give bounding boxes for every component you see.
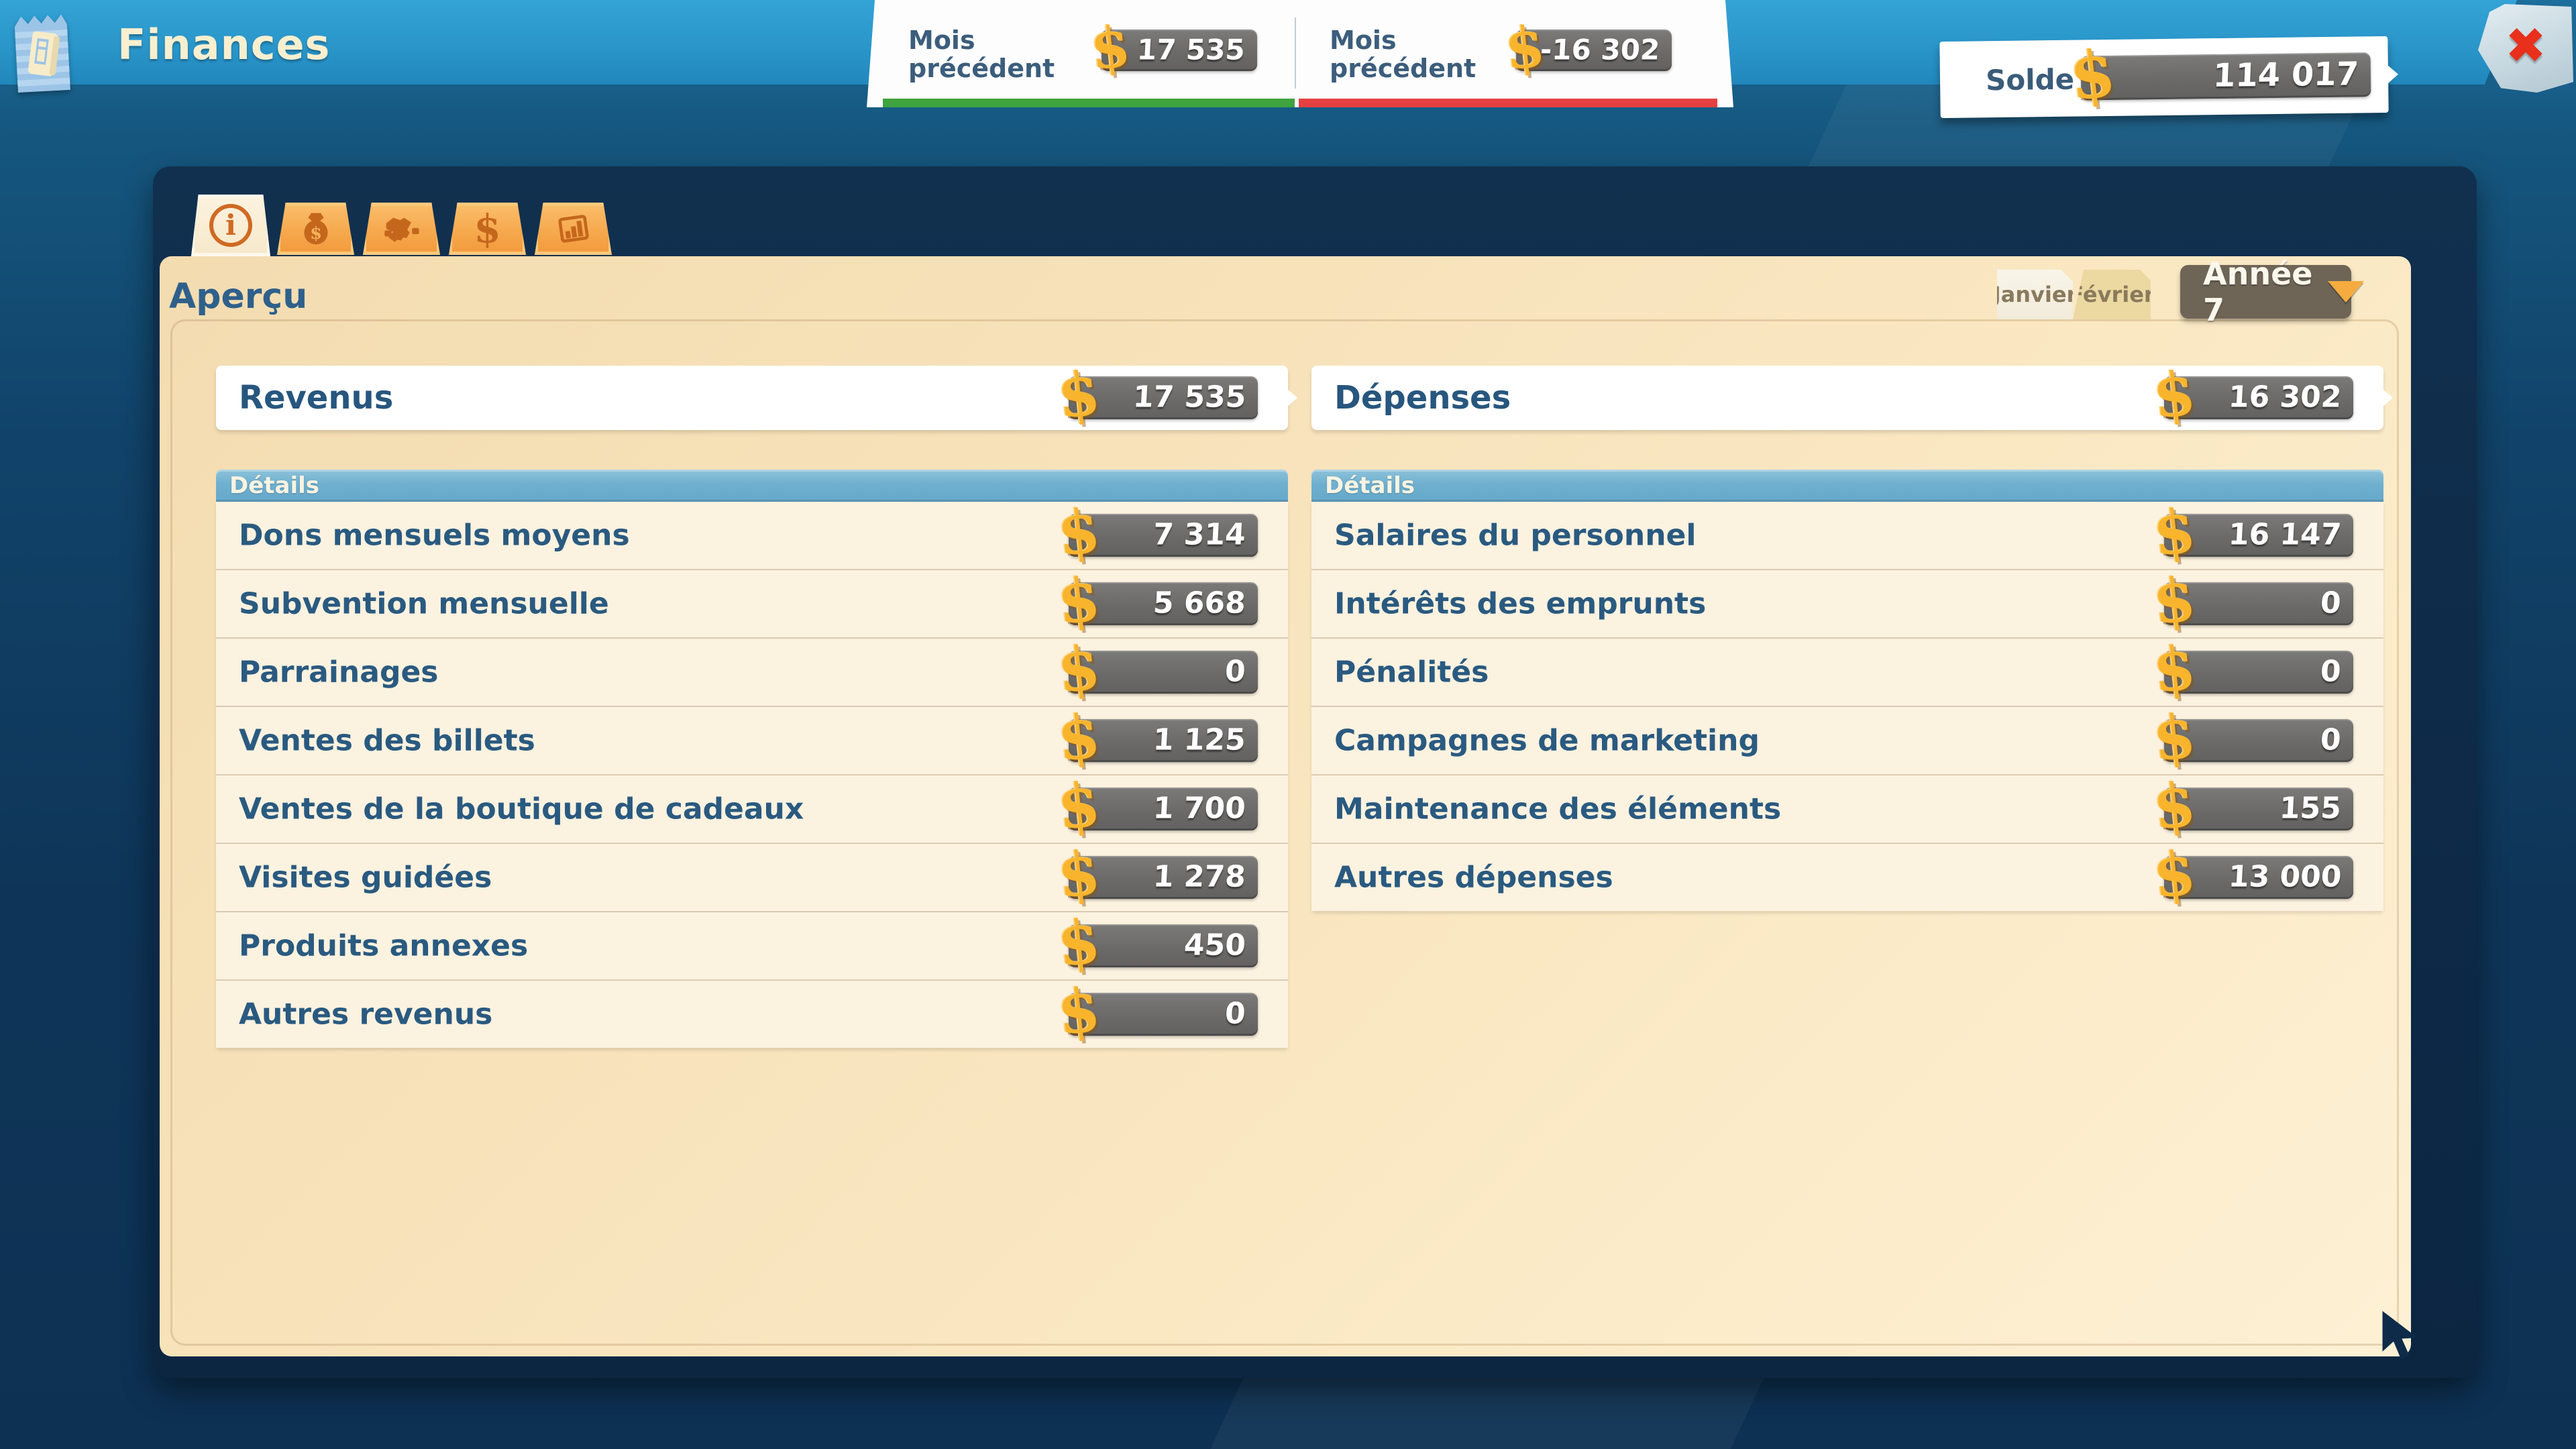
close-icon [2505,17,2546,75]
table-row: Produits annexes 450 [216,911,1288,979]
table-row: Dons mensuels moyens 7 314 [216,502,1288,569]
revenues-title: Revenus [239,379,393,417]
tab-sponsors[interactable] [363,203,440,255]
value-chip: 0 [1069,993,1258,1036]
prev-month-expense-label: Mois précédent [1330,27,1476,83]
cursor-arrow [2379,1307,2423,1366]
prev-month-expense-value: -16 302 [1540,34,1661,66]
value-chip: 0 [2164,651,2353,694]
month-tab-fevrier[interactable]: Février [2073,270,2151,319]
prev-month-income-chip: 17 535 [1102,30,1257,71]
svg-text:$: $ [310,223,322,244]
revenues-total-chip: 17 535 [1069,376,1258,419]
revenues-column: Revenus 17 535 Détails Dons mensuels moy… [216,366,1288,430]
table-row: Intérêts des emprunts 0 [1311,569,2383,637]
value-chip: 450 [1069,924,1258,967]
previous-month-summary: Mois précédent 17 535 Mois précédent -16… [867,0,1733,107]
prev-month-expense-chip: -16 302 [1516,30,1672,71]
divider [1295,17,1296,89]
expenses-details-header: Détails [1311,470,2383,502]
value-chip: 155 [2164,788,2353,830]
close-button[interactable] [2478,4,2573,93]
expenses-title: Dépenses [1334,379,1511,417]
table-row: Salaires du personnel 16 147 [1311,502,2383,569]
table-row: Ventes des billets 1 125 [216,706,1288,774]
value-chip: 1 125 [1069,719,1258,762]
expenses-column: Dépenses 16 302 Détails Salaires du pers… [1311,366,2383,430]
panel-body: Aperçu Janvier Février Année 7 Revenus 1… [160,256,2411,1356]
tab-donations[interactable]: $ [277,203,354,255]
table-row: Ventes de la boutique de cadeaux 1 700 [216,774,1288,843]
screen: Finances Mois précédent 17 535 Mois préc… [0,0,2576,1449]
value-chip: 1 278 [1069,856,1258,899]
balance-value: 114 017 [2212,55,2359,95]
expenses-header-card: Dépenses 16 302 [1311,366,2383,430]
section-title: Aperçu [169,276,307,317]
value-chip: 16 147 [2164,514,2353,557]
value-chip: 0 [1069,651,1258,694]
revenues-rows: Dons mensuels moyens 7 314 Subvention me… [216,502,1288,1048]
income-indicator-bar [883,99,1295,107]
year-label: Année 7 [2203,256,2313,328]
year-dropdown[interactable]: Année 7 [2180,265,2351,319]
balance-chip: 114 017 [2081,52,2371,100]
table-row: Maintenance des éléments 155 [1311,774,2383,843]
info-icon [209,204,252,247]
table-row: Autres revenus 0 [216,979,1288,1048]
bar-chart-icon [555,210,592,248]
table-row: Parrainages 0 [216,637,1288,706]
page-title: Finances [117,20,330,69]
handshake-icon [383,210,421,248]
table-row: Autres dépenses 13 000 [1311,843,2383,911]
dollar-icon [474,206,500,252]
prev-month-income-value: 17 535 [1136,34,1246,66]
table-row: Campagnes de marketing 0 [1311,706,2383,774]
chevron-down-icon [2328,281,2364,303]
tab-money[interactable] [449,203,526,255]
tab-overview[interactable] [191,195,270,256]
tab-charts[interactable] [535,203,612,255]
balance-panel: Solde : 114 017 [1939,36,2388,118]
expense-indicator-bar [1299,99,1717,107]
table-row: Visites guidées 1 278 [216,843,1288,911]
revenues-details-header: Détails [216,470,1288,502]
value-chip: 1 700 [1069,788,1258,830]
prev-month-income-label: Mois précédent [908,27,1055,83]
revenues-header-card: Revenus 17 535 [216,366,1288,430]
value-chip: 0 [2164,719,2353,762]
table-row: Subvention mensuelle 5 668 [216,569,1288,637]
expenses-total-chip: 16 302 [2164,376,2353,419]
finances-window: $ Aperçu [153,166,2477,1378]
value-chip: 13 000 [2164,856,2353,899]
expenses-total: 16 302 [2227,380,2342,414]
table-row: Pénalités 0 [1311,637,2383,706]
finances-ticket-icon [13,9,71,97]
expenses-rows: Salaires du personnel 16 147 Intérêts de… [1311,502,2383,911]
revenues-total: 17 535 [1132,380,1246,414]
month-tab-janvier[interactable]: Janvier [1997,270,2073,319]
value-chip: 5 668 [1069,582,1258,625]
money-bag-icon: $ [297,210,335,248]
value-chip: 0 [2164,582,2353,625]
value-chip: 7 314 [1069,514,1258,557]
